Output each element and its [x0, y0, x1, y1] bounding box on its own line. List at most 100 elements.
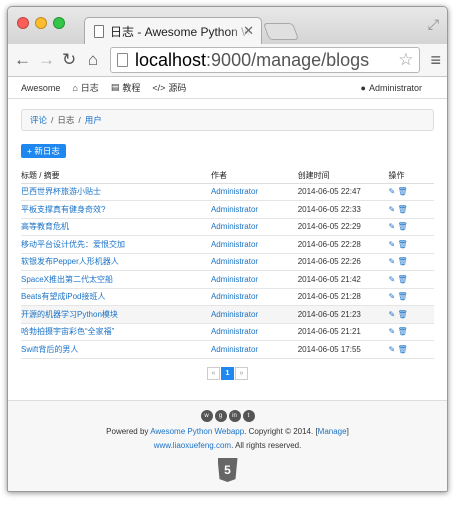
reload-icon[interactable]: ↻	[62, 50, 76, 70]
blog-title-link[interactable]: 平板支撑真有健身奇效?	[21, 205, 105, 214]
edit-icon[interactable]: ✎	[389, 275, 396, 284]
next-page-button[interactable]: »	[235, 366, 248, 380]
weibo-icon[interactable]: w	[200, 410, 213, 422]
close-tab-icon[interactable]: ✕	[243, 23, 254, 39]
delete-icon[interactable]: 🗑	[397, 345, 407, 354]
address-bar[interactable]: localhost:9000/manage/blogs ☆	[110, 47, 421, 73]
edit-icon[interactable]: ✎	[389, 292, 396, 301]
window-controls	[17, 17, 65, 29]
table-row: 移动平台设计优先：爱恨交加 Administrator 2014-06-05 22:…	[21, 235, 434, 254]
blog-title-link[interactable]: 高等教育危机	[21, 222, 69, 231]
author-link[interactable]: Administrator	[211, 222, 258, 231]
site-brand[interactable]: Awesome	[21, 83, 60, 93]
edit-icon[interactable]: ✎	[389, 345, 396, 354]
home-icon[interactable]: ⌂	[86, 50, 100, 70]
edit-icon[interactable]: ✎	[389, 205, 396, 214]
table-row: 开源的机器学习Python模块 Administrator 2014-06-05 2…	[21, 305, 434, 324]
close-window-button[interactable]	[17, 17, 29, 29]
edit-icon[interactable]: ✎	[389, 310, 396, 319]
author-cell: Administrator	[210, 200, 298, 219]
edit-icon[interactable]: ✎	[389, 257, 396, 266]
user-menu[interactable]: ● Administrator	[361, 83, 422, 93]
edit-icon[interactable]: ✎	[389, 327, 396, 336]
blog-title-link[interactable]: SpaceX推出第二代太空船	[21, 275, 113, 284]
main-content: 评论 / 日志 / 用户 + 新日志 标题 / 摘要 作者 创建时间 操作 巴西…	[8, 99, 447, 390]
delete-icon[interactable]: 🗑	[397, 187, 407, 196]
table-header: 标题 / 摘要 作者 创建时间 操作	[21, 168, 434, 184]
new-blog-label: 新日志	[34, 146, 60, 156]
powered-link[interactable]: Awesome Python Webapp	[150, 427, 244, 436]
github-icon[interactable]: g	[214, 410, 227, 422]
nav-item-label: 源码	[168, 83, 187, 93]
new-blog-button[interactable]: + 新日志	[21, 144, 66, 158]
actions-cell: ✎ 🗑	[388, 253, 434, 271]
breadcrumb-comments[interactable]: 评论	[30, 114, 47, 126]
author-cell: Administrator	[210, 270, 298, 289]
delete-icon[interactable]: 🗑	[397, 222, 407, 231]
created-at-cell: 2014-06-05 21:42	[297, 270, 389, 289]
blog-title-link[interactable]: 巴西世界杯旅游小贴士	[21, 187, 101, 196]
delete-icon[interactable]: 🗑	[397, 240, 407, 249]
breadcrumb-blogs: 日志	[57, 115, 75, 125]
delete-icon[interactable]: 🗑	[397, 327, 407, 336]
edit-icon[interactable]: ✎	[389, 187, 396, 196]
home-icon: ⌂	[72, 82, 78, 93]
forward-icon[interactable]: →	[38, 50, 55, 70]
delete-icon[interactable]: 🗑	[397, 257, 407, 266]
author-link[interactable]: Administrator	[211, 292, 258, 301]
browser-tab[interactable]: 日志 - Awesome Python Webapp ✕	[84, 17, 262, 44]
minimize-window-button[interactable]	[35, 17, 47, 29]
actions-cell: ✎ 🗑	[388, 183, 434, 201]
manage-link[interactable]: Manage	[318, 427, 347, 436]
blog-title-link[interactable]: 开源的机器学习Python模块	[21, 310, 118, 319]
author-link[interactable]: Administrator	[211, 345, 258, 354]
table-row: 高等教育危机 Administrator 2014-06-05 22:29 ✎ 🗑	[21, 218, 434, 236]
actions-cell: ✎ 🗑	[388, 323, 434, 341]
bookmark-star-icon[interactable]: ☆	[398, 50, 413, 70]
author-link[interactable]: Administrator	[211, 205, 258, 214]
author-link[interactable]: Administrator	[211, 257, 258, 266]
actions-cell: ✎ 🗑	[388, 288, 434, 306]
current-page-button[interactable]: 1	[221, 366, 234, 380]
fullscreen-icon[interactable]: ⤢	[428, 16, 439, 33]
twitter-icon[interactable]: t	[242, 410, 255, 422]
back-icon[interactable]: ←	[14, 50, 31, 70]
author-link[interactable]: Administrator	[211, 327, 258, 336]
created-at-cell: 2014-06-05 17:55	[297, 340, 389, 359]
breadcrumb-separator: /	[51, 115, 54, 125]
site-text: www.liaoxuefeng.com. All rights reserved…	[8, 441, 447, 450]
prev-page-button[interactable]: «	[207, 366, 220, 380]
author-cell: Administrator	[210, 218, 298, 236]
blog-title-link[interactable]: 移动平台设计优先：爱恨交加	[21, 240, 125, 249]
actions-cell: ✎ 🗑	[388, 235, 434, 254]
delete-icon[interactable]: 🗑	[397, 310, 407, 319]
author-link[interactable]: Administrator	[211, 240, 258, 249]
powered-by-text: Powered by Awesome Python Webapp. Copyri…	[8, 427, 447, 436]
delete-icon[interactable]: 🗑	[397, 275, 407, 284]
edit-icon[interactable]: ✎	[389, 240, 396, 249]
menu-icon[interactable]: ≡	[430, 50, 441, 71]
blog-title-link[interactable]: 哈勃拍摄宇宙彩色“全家福”	[21, 327, 114, 336]
author-link[interactable]: Administrator	[211, 310, 258, 319]
zoom-window-button[interactable]	[53, 17, 65, 29]
edit-icon[interactable]: ✎	[389, 222, 396, 231]
blog-title-link[interactable]: 软银发布Pepper人形机器人	[21, 257, 119, 266]
delete-icon[interactable]: 🗑	[397, 205, 407, 214]
blog-title-link[interactable]: Beats有望成iPod接班人	[21, 292, 105, 301]
blog-title-link[interactable]: Swift背后的男人	[21, 345, 78, 354]
blog-title-cell: Beats有望成iPod接班人	[21, 288, 211, 306]
table-row: SpaceX推出第二代太空船 Administrator 2014-06-05 21…	[21, 270, 434, 289]
breadcrumb-users[interactable]: 用户	[85, 114, 102, 126]
author-link[interactable]: Administrator	[211, 187, 258, 196]
linkedin-icon[interactable]: in	[228, 410, 241, 422]
site-link[interactable]: www.liaoxuefeng.com	[154, 441, 231, 450]
delete-icon[interactable]: 🗑	[397, 292, 407, 301]
url-text[interactable]: localhost:9000/manage/blogs	[135, 50, 391, 71]
browser-toolbar: ← → ↻ ⌂ localhost:9000/manage/blogs ☆ ≡	[8, 44, 447, 77]
author-link[interactable]: Administrator	[211, 275, 258, 284]
nav-item-tutorial[interactable]: ▤ 教程	[111, 81, 141, 94]
nav-item-blogs[interactable]: ⌂ 日志	[72, 81, 98, 94]
actions-cell: ✎ 🗑	[388, 218, 434, 236]
nav-item-source[interactable]: </> 源码	[152, 81, 186, 94]
new-tab-button[interactable]	[262, 23, 300, 40]
